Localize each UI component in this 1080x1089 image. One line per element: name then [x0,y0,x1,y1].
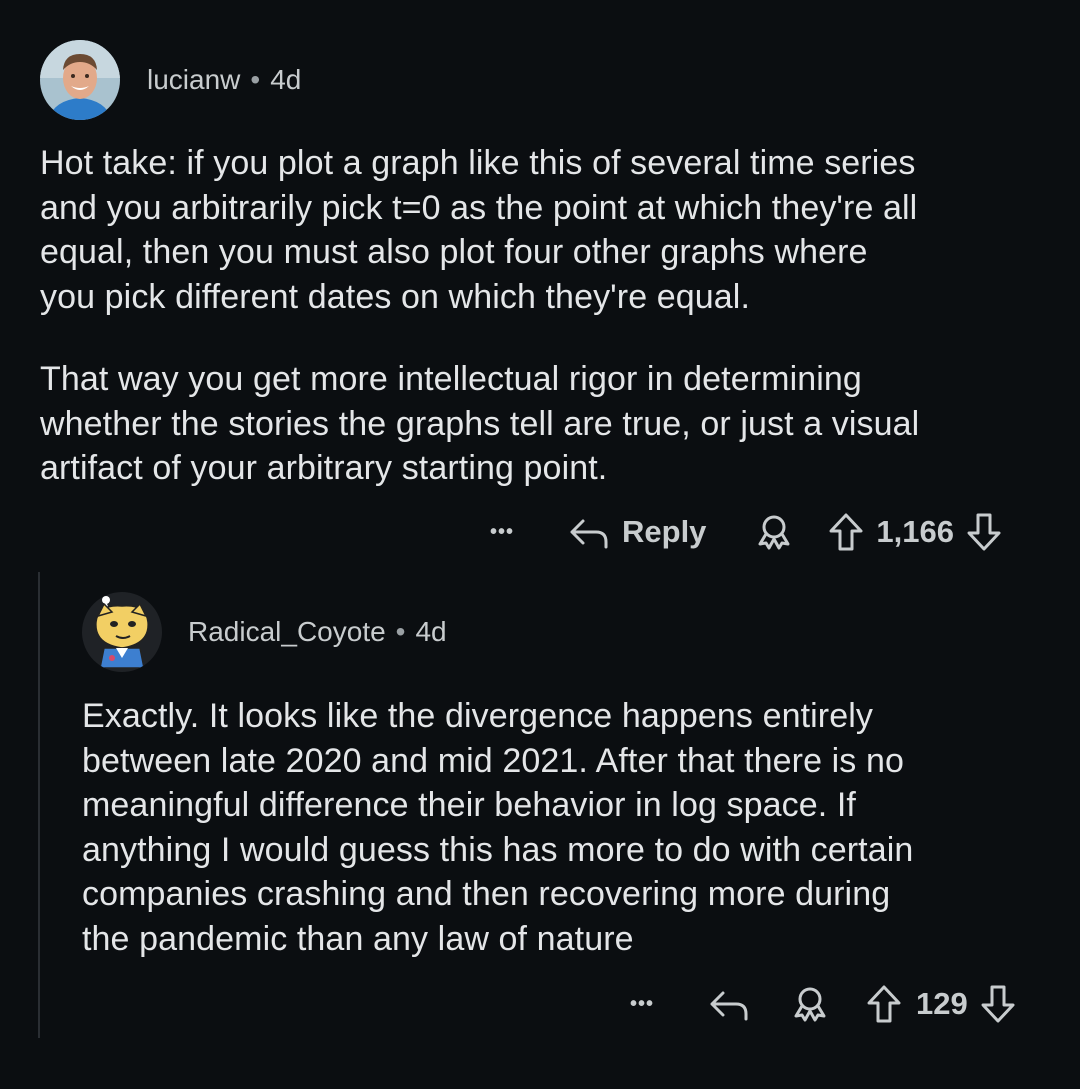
username[interactable]: Radical_Coyote [188,616,386,648]
username[interactable]: lucianw [147,64,240,96]
user-avatar[interactable] [40,40,120,120]
vote-score: 1,166 [876,514,954,549]
separator-dot: • [250,64,261,95]
award-button[interactable] [754,512,794,552]
separator-dot: • [395,616,406,647]
comment-age: 4d [270,64,302,95]
upvote-arrow-icon [866,984,902,1024]
text-line: equal, then you must also plot four othe… [40,233,868,271]
reply-button[interactable] [708,986,750,1022]
award-button[interactable] [790,984,830,1024]
text-line: the pandemic than any law of nature [82,919,634,958]
more-options-button[interactable]: ••• [490,521,534,544]
text-line: That way you get more intellectual rigor… [40,360,862,398]
text-line: and you arbitrarily pick t=0 as the poin… [40,188,918,227]
comment-age: 4d [415,616,447,647]
comment-paragraph: Exactly. It looks like the divergence ha… [82,694,1067,961]
text-line: Exactly. It looks like the divergence ha… [82,697,873,735]
more-options-button[interactable]: ••• [630,993,674,1016]
comment-body: Exactly. It looks like the divergence ha… [82,694,1067,961]
upvote-button[interactable] [828,512,864,552]
text-line: between late 2020 and mid 2021. After th… [82,741,904,780]
comment-paragraph: That way you get more intellectual rigor… [40,357,1060,491]
upvote-arrow-icon [828,512,864,552]
text-line: whether the stories the graphs tell are … [40,404,920,443]
reply-arrow-icon [708,986,750,1022]
text-line: meaningful difference their behavior in … [82,786,856,824]
comment-paragraph: Hot take: if you plot a graph like this … [40,141,1060,319]
comment-body: Hot take: if you plot a graph like this … [40,141,1060,491]
reply-button[interactable]: Reply [568,514,706,550]
text-line: companies crashing and then recovering m… [82,875,891,913]
award-icon [754,512,794,552]
text-line: anything I would guess this has more to … [82,830,914,869]
user-avatar[interactable] [82,592,162,672]
comment-actions: ••• Reply 1,166 [490,510,1002,554]
text-line: Hot take: if you plot a graph like this … [40,144,916,182]
thread-line[interactable] [38,572,40,1038]
text-line: you pick different dates on which they'r… [40,277,750,316]
award-icon [790,984,830,1024]
vote-score: 129 [916,986,968,1021]
downvote-button[interactable] [980,984,1016,1024]
text-line: artifact of your arbitrary starting poin… [40,449,608,487]
comment-header: lucianw • 4d [40,40,301,120]
downvote-arrow-icon [966,512,1002,552]
downvote-button[interactable] [966,512,1002,552]
reply-arrow-icon [568,514,610,550]
downvote-arrow-icon [980,984,1016,1024]
comment-header: Radical_Coyote • 4d [82,592,447,672]
upvote-button[interactable] [866,984,902,1024]
comment-actions: ••• 129 [630,982,1016,1026]
reply-label: Reply [622,514,707,549]
